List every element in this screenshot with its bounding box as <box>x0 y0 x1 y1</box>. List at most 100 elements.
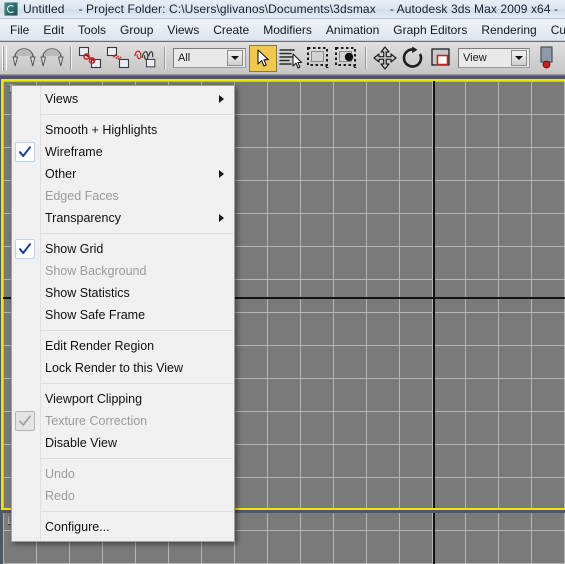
use-pivot-point-center-icon <box>540 46 553 69</box>
menu-item-disable-view[interactable]: Disable View <box>12 432 234 454</box>
select-and-link-icon <box>78 46 102 69</box>
move-cross-arrows-icon <box>373 46 397 70</box>
toolbar-separator-2 <box>164 47 166 69</box>
menu-item-transparency[interactable]: Transparency <box>12 207 234 229</box>
reference-coordinate-system-combo[interactable]: View <box>458 48 530 68</box>
menu-file[interactable]: File <box>3 21 36 39</box>
viewport-left-axis-vertical <box>433 513 435 564</box>
menu-item-edit-render-region-label: Edit Render Region <box>45 339 155 353</box>
menu-tools[interactable]: Tools <box>71 21 113 39</box>
menu-item-other[interactable]: Other <box>12 163 234 185</box>
menu-customize[interactable]: Cust <box>544 21 565 39</box>
menu-item-configure-label: Configure... <box>45 520 110 534</box>
menu-item-redo-label: Redo <box>45 489 75 503</box>
menu-item-wireframe-label: Wireframe <box>45 145 103 159</box>
viewport-divider-top[interactable] <box>0 76 565 79</box>
unlink-selection-button[interactable] <box>104 45 132 72</box>
menu-item-show-background-label: Show Background <box>45 264 147 278</box>
menu-rendering[interactable]: Rendering <box>474 21 543 39</box>
title-bar: Untitled - Project Folder: C:\Users\gliv… <box>0 0 565 19</box>
bind-to-space-warp-icon <box>134 50 156 68</box>
window-crossing-toggle-button[interactable] <box>333 45 361 72</box>
menu-item-texture-correction-label: Texture Correction <box>45 414 148 428</box>
menu-item-texture-correction: Texture Correction <box>12 410 234 432</box>
redo-icon <box>40 48 64 67</box>
menu-item-viewport-clipping[interactable]: Viewport Clipping <box>12 388 234 410</box>
menu-separator-2 <box>12 230 234 237</box>
menu-item-show-background: Show Background <box>12 260 234 282</box>
menu-item-other-label: Other <box>45 167 77 181</box>
menu-item-smooth-highlights-label: Smooth + Highlights <box>45 123 158 137</box>
menu-item-viewport-clipping-label: Viewport Clipping <box>45 392 143 406</box>
selection-filter-combo[interactable]: All <box>173 48 246 68</box>
selection-filter-value: All <box>178 52 191 64</box>
menu-item-smooth-highlights[interactable]: Smooth + Highlights <box>12 119 234 141</box>
menu-group[interactable]: Group <box>113 21 160 39</box>
select-and-scale-button[interactable] <box>427 45 455 72</box>
menu-views[interactable]: Views <box>160 21 206 39</box>
bind-to-space-warp-button[interactable] <box>132 45 160 72</box>
submenu-arrow-icon <box>219 95 224 103</box>
menu-item-show-grid-label: Show Grid <box>45 242 104 256</box>
show-grid-checkmark-icon <box>15 239 35 259</box>
window-crossing-icon <box>335 47 357 68</box>
cursor-arrow-icon <box>257 49 269 67</box>
submenu-arrow-icon <box>219 170 224 178</box>
select-by-name-button[interactable] <box>277 45 305 72</box>
toolbar-grip[interactable] <box>2 45 7 71</box>
unlink-selection-icon <box>106 46 130 69</box>
select-and-move-button[interactable] <box>371 45 399 72</box>
menu-item-lock-render-to-this-view[interactable]: Lock Render to this View <box>12 357 234 379</box>
submenu-arrow-icon <box>219 214 224 222</box>
menu-separator-1 <box>12 111 234 118</box>
reference-coordinate-value: View <box>463 52 487 64</box>
menu-bar: File Edit Tools Group Views Create Modif… <box>0 19 565 41</box>
wireframe-checkmark-icon <box>15 142 35 162</box>
menu-item-undo-label: Undo <box>45 467 75 481</box>
3dsmax-app-icon[interactable] <box>4 2 18 16</box>
menu-modifiers[interactable]: Modifiers <box>256 21 319 39</box>
menu-separator-4 <box>12 380 234 387</box>
menu-item-configure[interactable]: Configure... <box>12 516 234 538</box>
menu-item-wireframe[interactable]: Wireframe <box>12 141 234 163</box>
menu-item-edged-faces-label: Edged Faces <box>45 189 119 203</box>
rectangular-selection-region-button[interactable] <box>305 45 333 72</box>
redo-button[interactable] <box>38 45 66 72</box>
menu-separator-6 <box>12 508 234 515</box>
menu-edit[interactable]: Edit <box>36 21 71 39</box>
title-project-folder: - Project Folder: C:\Users\glivanos\Docu… <box>78 2 376 16</box>
menu-graph-editors[interactable]: Graph Editors <box>386 21 474 39</box>
reference-coordinate-chevron-down-icon[interactable] <box>511 50 527 66</box>
menu-item-views-label: Views <box>45 92 79 106</box>
menu-item-show-statistics-label: Show Statistics <box>45 286 130 300</box>
menu-item-show-statistics[interactable]: Show Statistics <box>12 282 234 304</box>
undo-icon <box>12 48 36 67</box>
selection-filter-chevron-down-icon[interactable] <box>227 50 243 66</box>
rectangular-selection-region-icon <box>307 47 329 68</box>
toolbar-separator-3 <box>365 47 367 69</box>
menu-item-show-grid[interactable]: Show Grid <box>12 238 234 260</box>
menu-item-show-safe-frame[interactable]: Show Safe Frame <box>12 304 234 326</box>
select-and-rotate-button[interactable] <box>399 45 427 72</box>
menu-animation[interactable]: Animation <box>319 21 386 39</box>
menu-separator-3 <box>12 327 234 334</box>
menu-create[interactable]: Create <box>206 21 256 39</box>
menu-item-lock-render-to-this-view-label: Lock Render to this View <box>45 361 184 375</box>
viewport-top-axis-vertical <box>433 81 435 508</box>
use-center-flyout-button[interactable] <box>533 45 561 72</box>
select-object-button[interactable] <box>249 44 277 72</box>
menu-item-show-safe-frame-label: Show Safe Frame <box>45 308 146 322</box>
viewport-quad-menu: Views Smooth + Highlights Wireframe Othe… <box>11 85 235 542</box>
main-toolbar: All View <box>0 42 565 75</box>
menu-item-edged-faces: Edged Faces <box>12 185 234 207</box>
toolbar-separator-1 <box>70 47 72 69</box>
menu-item-undo: Undo <box>12 463 234 485</box>
select-and-link-button[interactable] <box>76 45 104 72</box>
menu-item-edit-render-region[interactable]: Edit Render Region <box>12 335 234 357</box>
title-product-version: - Autodesk 3ds Max 2009 x64 - <box>389 2 559 16</box>
menu-item-views[interactable]: Views <box>12 88 234 110</box>
rotate-arrow-icon <box>402 46 423 68</box>
menu-item-redo: Redo <box>12 485 234 507</box>
undo-button[interactable] <box>10 45 38 72</box>
3dsmax-window: Untitled - Project Folder: C:\Users\gliv… <box>0 0 565 564</box>
